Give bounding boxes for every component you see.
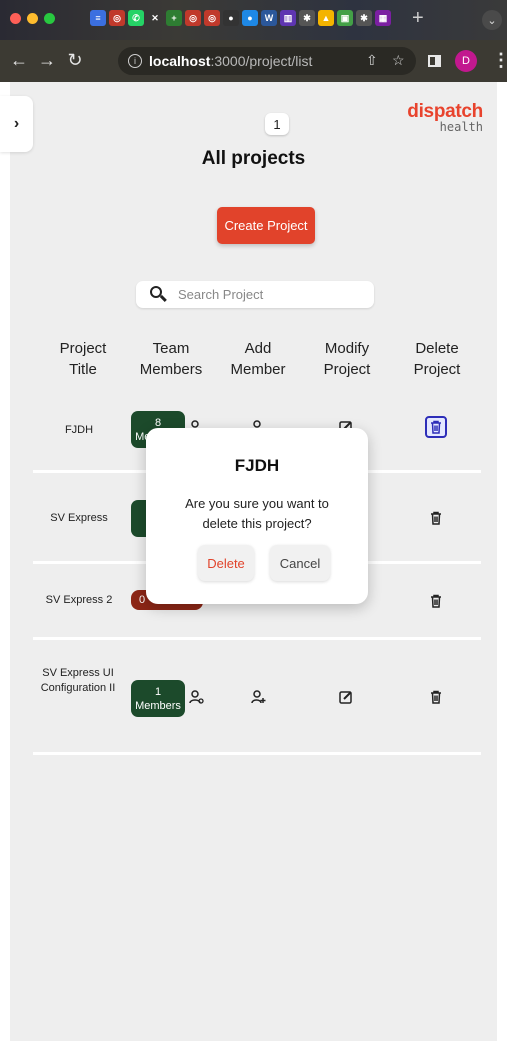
header-project-title: Project Title	[40, 338, 126, 380]
docs-tab-icon[interactable]: ≡	[90, 10, 106, 26]
header-modify-project: Modify Project	[304, 338, 390, 380]
page-content: › dispatch health 1 All projects Create …	[0, 82, 497, 1041]
app-tab-icon[interactable]: ◎	[185, 10, 201, 26]
close-tab-icon[interactable]: ✕	[147, 10, 163, 26]
url-host: localhost	[149, 53, 211, 69]
sidebar-toggle-chevron-icon[interactable]: ›	[0, 96, 33, 152]
forward-arrow-icon[interactable]: →	[36, 49, 58, 71]
project-title-cell: SV Express	[50, 512, 108, 524]
plus-tab-icon[interactable]: +	[166, 10, 182, 26]
modal-message: Are you sure you want to delete this pro…	[185, 496, 329, 531]
header-team-members: Team Members	[126, 338, 216, 380]
header-line: Title	[69, 361, 97, 378]
header-line: Project	[413, 361, 461, 378]
search-box	[136, 281, 374, 308]
header-line: Project	[323, 361, 371, 378]
row-divider	[33, 637, 481, 640]
github-tab-icon[interactable]: ●	[223, 10, 239, 26]
row-divider	[33, 752, 481, 755]
chart-tab-icon[interactable]: ▥	[280, 10, 296, 26]
project-title-cell: FJDH	[64, 424, 94, 436]
header-line: Project	[59, 340, 107, 357]
tab-search-icon[interactable]: ⌄	[482, 10, 502, 30]
members-badge[interactable]: 1 Members	[131, 680, 185, 717]
calendar-tab-icon[interactable]: ▦	[375, 10, 391, 26]
word-tab-icon[interactable]: W	[261, 10, 277, 26]
browser-menu-icon[interactable]: ⋮	[492, 50, 507, 71]
search-icon	[150, 285, 168, 304]
delete-confirm-modal: FJDH Are you sure you want to delete thi…	[146, 428, 368, 604]
logo-sub-text: health	[439, 120, 483, 134]
logo-main-text: dispatch	[407, 101, 483, 122]
dispatch-health-logo: dispatch health	[395, 102, 483, 133]
back-arrow-icon[interactable]: ←	[8, 49, 30, 71]
header-line: Members	[139, 361, 203, 378]
page-title: All projects	[201, 148, 306, 169]
browser-tab-strip: ≡ ◎ ✆ ✕ + ◎ ◎ ● ● W ▥ ✱ ▲ ▣ ✱ ▦ + ⌄	[0, 0, 507, 40]
site-info-icon[interactable]: i	[128, 54, 142, 68]
members-count: 0	[139, 594, 146, 606]
confirm-delete-button[interactable]: Delete	[198, 545, 254, 581]
members-label: Members	[135, 699, 181, 712]
cancel-button[interactable]: Cancel	[270, 545, 330, 581]
add-member-icon[interactable]	[250, 689, 266, 705]
header-line: Add	[244, 340, 272, 357]
new-tab-button[interactable]: +	[412, 8, 424, 28]
settings-tab-icon[interactable]: ✱	[299, 10, 315, 26]
app-tab-icon[interactable]: ◎	[204, 10, 220, 26]
address-bar[interactable]: i localhost:3000/project/list ⇧ ☆	[118, 47, 416, 75]
maximize-window-button[interactable]	[44, 13, 55, 24]
trash-icon[interactable]	[428, 593, 444, 609]
trash-icon[interactable]	[428, 419, 444, 435]
share-icon[interactable]: ⇧	[366, 52, 378, 69]
drive-tab-icon[interactable]: ▲	[318, 10, 334, 26]
header-add-member: Add Member	[216, 338, 300, 380]
app-tab-icon[interactable]: ◎	[109, 10, 125, 26]
browser-tabs: ≡ ◎ ✆ ✕ + ◎ ◎ ● ● W ▥ ✱ ▲ ▣ ✱ ▦	[90, 10, 391, 26]
side-panel-icon[interactable]	[428, 55, 441, 67]
project-title-cell: SV Express 2	[45, 594, 113, 606]
minimize-window-button[interactable]	[27, 13, 38, 24]
header-line: Delete	[415, 340, 459, 357]
search-input[interactable]	[178, 287, 358, 302]
header-line: Member	[230, 361, 286, 378]
url-path: :3000/project/list	[210, 53, 313, 69]
header-line: Team	[152, 340, 190, 357]
reload-icon[interactable]: ↻	[64, 49, 86, 71]
header-delete-project: Delete Project	[394, 338, 480, 380]
pagination-current[interactable]: 1	[265, 113, 289, 135]
profile-avatar[interactable]: D	[455, 50, 477, 72]
trash-icon[interactable]	[428, 510, 444, 526]
header-line: Modify	[324, 340, 370, 357]
trash-icon[interactable]	[428, 689, 444, 705]
whatsapp-tab-icon[interactable]: ✆	[128, 10, 144, 26]
edit-project-icon[interactable]	[338, 689, 354, 705]
settings-tab-icon[interactable]: ✱	[356, 10, 372, 26]
close-window-button[interactable]	[10, 13, 21, 24]
create-project-button[interactable]: Create Project	[217, 207, 315, 244]
view-members-icon[interactable]	[188, 689, 204, 705]
modal-title: FJDH	[234, 456, 280, 475]
chat-tab-icon[interactable]: ●	[242, 10, 258, 26]
bookmark-star-icon[interactable]: ☆	[392, 52, 405, 69]
members-count: 1	[154, 685, 162, 698]
image-tab-icon[interactable]: ▣	[337, 10, 353, 26]
project-title-cell: SV Express UI Configuration II	[40, 667, 116, 694]
browser-toolbar: ← → ↻ i localhost:3000/project/list ⇧ ☆ …	[0, 40, 507, 82]
